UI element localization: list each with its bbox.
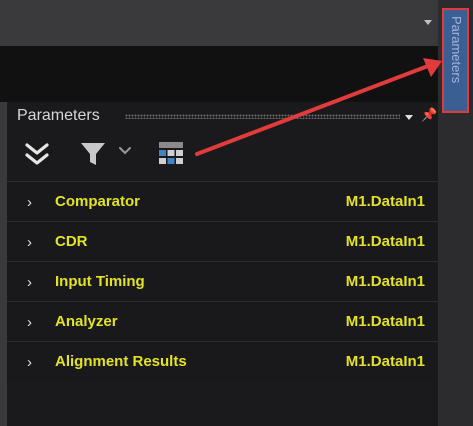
document-area — [0, 46, 438, 102]
panel-drag-grip[interactable] — [125, 114, 400, 119]
parameter-name: Comparator — [55, 193, 141, 210]
filter-icon[interactable] — [79, 140, 107, 168]
parameter-name: Alignment Results — [55, 353, 187, 370]
chevron-right-icon[interactable]: › — [27, 195, 32, 210]
chevron-right-icon[interactable]: › — [27, 355, 32, 370]
list-item[interactable]: › Analyzer M1.DataIn1 — [7, 301, 438, 341]
chevron-down-icon[interactable] — [118, 144, 132, 158]
left-frame — [0, 102, 7, 426]
parameter-name: Analyzer — [55, 313, 118, 330]
collapse-all-icon[interactable] — [21, 140, 53, 170]
side-tab-strip: Parameters — [438, 0, 473, 426]
list-item[interactable]: › CDR M1.DataIn1 — [7, 221, 438, 261]
parameter-value: M1.DataIn1 — [345, 273, 425, 290]
list-item[interactable]: › Comparator M1.DataIn1 — [7, 181, 438, 221]
parameter-value: M1.DataIn1 — [345, 313, 425, 330]
parameter-value: M1.DataIn1 — [345, 353, 425, 370]
screenshot: Parameters Parameters 📌 › Comparator M1.… — [0, 0, 473, 426]
panel-menu-dropdown-icon[interactable] — [405, 115, 413, 120]
pin-icon[interactable]: 📌 — [421, 106, 437, 124]
list-item[interactable]: › Alignment Results M1.DataIn1 — [7, 341, 438, 381]
parameter-value: M1.DataIn1 — [345, 193, 425, 210]
chevron-right-icon[interactable]: › — [27, 235, 32, 250]
chevron-right-icon[interactable]: › — [27, 315, 32, 330]
parameter-list: › Comparator M1.DataIn1 › CDR M1.DataIn1… — [7, 181, 438, 381]
parameter-name: CDR — [55, 233, 88, 250]
window-menu-dropdown-icon[interactable] — [424, 20, 432, 25]
list-item[interactable]: › Input Timing M1.DataIn1 — [7, 261, 438, 301]
panel-toolbar — [7, 131, 438, 178]
chevron-right-icon[interactable]: › — [27, 275, 32, 290]
side-tab-parameters[interactable]: Parameters — [442, 8, 469, 113]
grid-icon[interactable] — [157, 140, 185, 168]
window-title-bar — [0, 0, 438, 46]
parameters-panel: Parameters 📌 › Comparator M1.DataIn1 › C… — [7, 102, 438, 426]
side-tab-label: Parameters — [449, 16, 464, 84]
parameter-value: M1.DataIn1 — [345, 233, 425, 250]
panel-title: Parameters — [17, 107, 100, 124]
parameter-name: Input Timing — [55, 273, 145, 290]
